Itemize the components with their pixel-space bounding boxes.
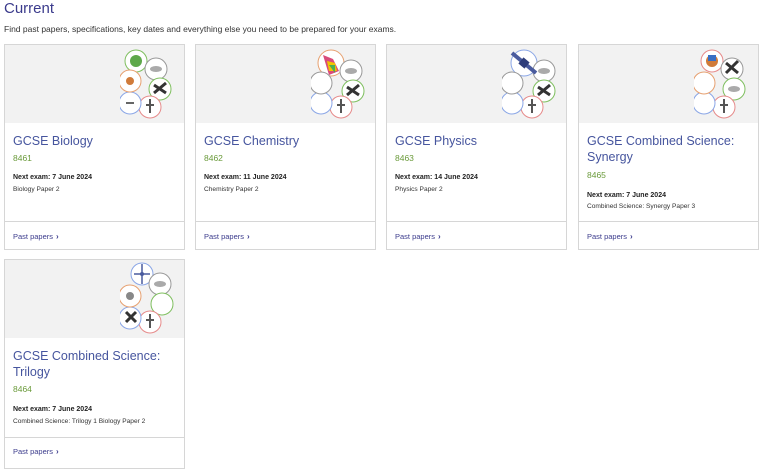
card-title[interactable]: GCSE Physics <box>395 133 563 149</box>
chevron-right-icon: › <box>247 232 250 241</box>
page-intro: Find past papers, specifications, key da… <box>4 24 397 34</box>
card-title[interactable]: GCSE Combined Science: Synergy <box>587 133 755 165</box>
past-papers-label: Past papers <box>395 232 436 241</box>
exam-paper: Chemistry Paper 2 <box>204 186 259 193</box>
exam-paper: Biology Paper 2 <box>13 186 60 193</box>
spec-code: 8461 <box>13 153 32 163</box>
spec-code: 8462 <box>204 153 223 163</box>
card-title[interactable]: GCSE Biology <box>13 133 181 149</box>
past-papers-link[interactable]: Past papers › <box>587 232 633 241</box>
card-divider <box>5 437 184 438</box>
past-papers-link[interactable]: Past papers › <box>13 232 59 241</box>
chevron-right-icon: › <box>56 447 59 456</box>
science-flower-icon <box>120 262 174 334</box>
spec-code: 8464 <box>13 384 32 394</box>
chevron-right-icon: › <box>630 232 633 241</box>
exam-paper: Physics Paper 2 <box>395 186 443 193</box>
past-papers-label: Past papers <box>587 232 628 241</box>
science-flower-icon <box>311 49 365 119</box>
science-flower-icon <box>694 49 746 119</box>
subject-card-combined-synergy[interactable]: GCSE Combined Science: Synergy 8465 Next… <box>578 44 759 250</box>
spec-code: 8465 <box>587 170 606 180</box>
past-papers-label: Past papers <box>13 447 54 456</box>
exam-paper: Combined Science: Trilogy 1 Biology Pape… <box>13 418 146 425</box>
subject-card-physics[interactable]: GCSE Physics 8463 Next exam: 14 June 202… <box>386 44 567 250</box>
next-exam: Next exam: 7 June 2024 <box>13 406 92 413</box>
past-papers-link[interactable]: Past papers › <box>13 447 59 456</box>
card-divider <box>387 221 566 222</box>
science-flower-icon <box>502 49 556 119</box>
card-title[interactable]: GCSE Combined Science: Trilogy <box>13 348 181 380</box>
subject-card-chemistry[interactable]: GCSE Chemistry 8462 Next exam: 11 June 2… <box>195 44 376 250</box>
card-divider <box>196 221 375 222</box>
past-papers-label: Past papers <box>204 232 245 241</box>
past-papers-link[interactable]: Past papers › <box>204 232 250 241</box>
spec-code: 8463 <box>395 153 414 163</box>
past-papers-label: Past papers <box>13 232 54 241</box>
chevron-right-icon: › <box>438 232 441 241</box>
card-divider <box>5 221 184 222</box>
next-exam: Next exam: 14 June 2024 <box>395 174 478 181</box>
exam-paper: Combined Science: Synergy Paper 3 <box>587 203 696 210</box>
next-exam: Next exam: 11 June 2024 <box>204 174 287 181</box>
next-exam: Next exam: 7 June 2024 <box>13 174 92 181</box>
card-title[interactable]: GCSE Chemistry <box>204 133 372 149</box>
card-divider <box>579 221 758 222</box>
chevron-right-icon: › <box>56 232 59 241</box>
science-flower-icon <box>120 49 172 119</box>
past-papers-link[interactable]: Past papers › <box>395 232 441 241</box>
subject-card-biology[interactable]: GCSE Biology 8461 Next exam: 7 June 2024… <box>4 44 185 250</box>
subject-card-combined-trilogy[interactable]: GCSE Combined Science: Trilogy 8464 Next… <box>4 259 185 469</box>
next-exam: Next exam: 7 June 2024 <box>587 192 666 199</box>
page-title: Current <box>4 0 55 17</box>
